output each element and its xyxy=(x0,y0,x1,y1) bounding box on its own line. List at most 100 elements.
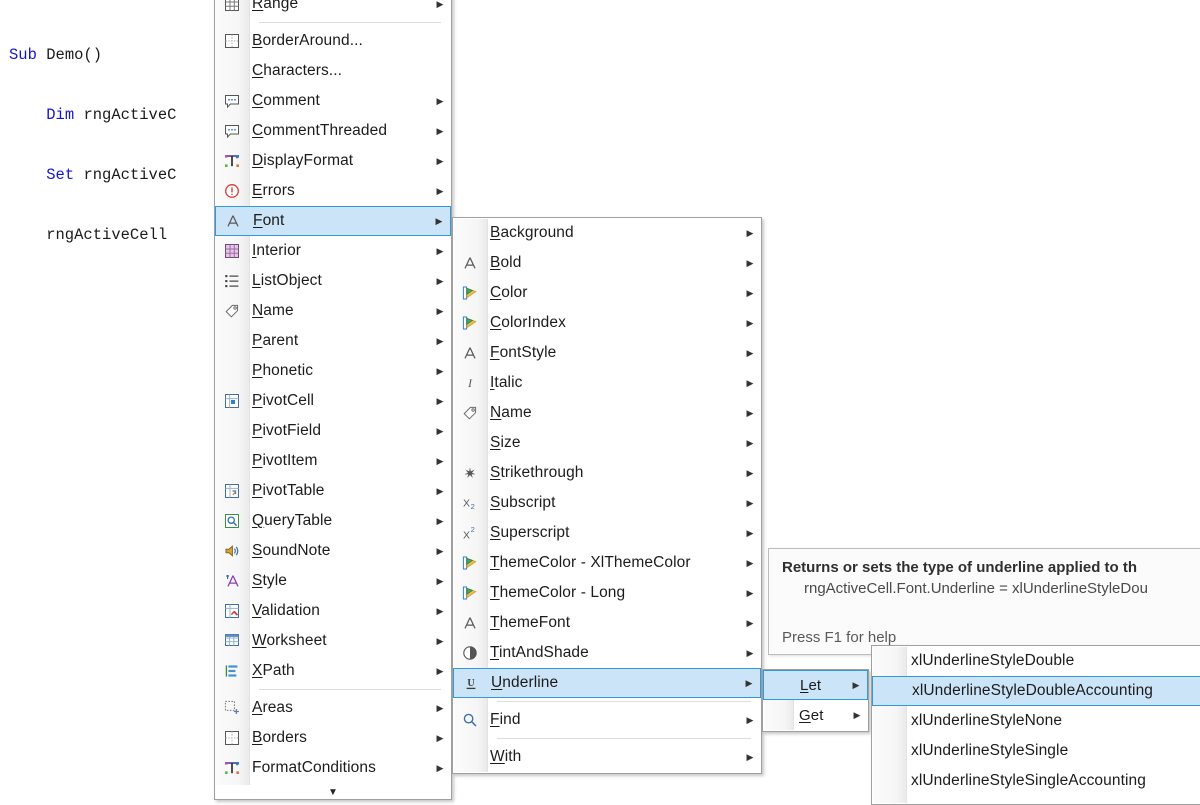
text-format-icon xyxy=(215,760,249,776)
menu-range-members[interactable]: Range ▶ BorderAround... Characters... Commen… xyxy=(214,0,452,800)
menu-item-soundnote[interactable]: SoundNote ▶ xyxy=(215,536,451,566)
search-icon xyxy=(453,712,487,728)
menu-item-displayformat[interactable]: DisplayFormat ▶ xyxy=(215,146,451,176)
menu-item-label: Strikethrough xyxy=(490,464,584,481)
submenu-arrow-icon: ▶ xyxy=(746,227,754,238)
submenu-arrow-icon: ▶ xyxy=(746,407,754,418)
tooltip-underline-help: Returns or sets the type of underline ap… xyxy=(768,548,1200,655)
submenu-arrow-icon: ▶ xyxy=(852,679,860,690)
menu-item-label: PivotTable xyxy=(252,482,325,499)
menu-item-listobject[interactable]: ListObject ▶ xyxy=(215,266,451,296)
menu-item-themefont[interactable]: ThemeFont ▶ xyxy=(453,608,761,638)
submenu-arrow-icon: ▶ xyxy=(436,155,444,166)
superscript-icon: X2 xyxy=(453,525,487,541)
submenu-arrow-icon: ▶ xyxy=(436,365,444,376)
menu-item-color[interactable]: Color ▶ xyxy=(453,278,761,308)
comment-icon xyxy=(215,93,249,109)
menu-item-themecolor-long[interactable]: ThemeColor - Long ▶ xyxy=(453,578,761,608)
menu-item-fontstyle[interactable]: FontStyle ▶ xyxy=(453,338,761,368)
menu-item-label: Background xyxy=(490,224,574,241)
strikethrough-icon xyxy=(453,465,487,481)
submenu-arrow-icon: ▶ xyxy=(436,455,444,466)
menu-item-xlunderlinestylesingle[interactable]: xlUnderlineStyleSingle xyxy=(872,736,1200,766)
menu-item-phonetic[interactable]: Phonetic ▶ xyxy=(215,356,451,386)
areas-icon xyxy=(215,700,249,716)
border-around-icon xyxy=(215,33,249,49)
menu-item-borders[interactable]: Borders ▶ xyxy=(215,723,451,753)
menu-font-members[interactable]: Background ▶ Bold ▶ Color ▶ ColorIndex ▶ FontSty… xyxy=(452,217,762,774)
menu-item-find[interactable]: Find ▶ xyxy=(453,705,761,735)
menu-item-xlunderlinestyledouble[interactable]: xlUnderlineStyleDouble xyxy=(872,646,1200,676)
font-a-icon xyxy=(453,345,487,361)
menu-item-interior[interactable]: Interior ▶ xyxy=(215,236,451,266)
font-a-icon xyxy=(453,255,487,271)
menu-item-xlunderlinestylesingleaccounting[interactable]: xlUnderlineStyleSingleAccounting xyxy=(872,766,1200,796)
borders-icon xyxy=(215,730,249,746)
menu-item-comment[interactable]: Comment ▶ xyxy=(215,86,451,116)
menu-item-worksheet[interactable]: Worksheet ▶ xyxy=(215,626,451,656)
menu-item-name[interactable]: Name ▶ xyxy=(453,398,761,428)
menu-item-superscript[interactable]: X 2 Superscript ▶ xyxy=(453,518,761,548)
submenu-arrow-icon: ▶ xyxy=(436,125,444,136)
menu-item-let[interactable]: Let ▶ xyxy=(763,670,868,700)
menu-item-pivotitem[interactable]: PivotItem ▶ xyxy=(215,446,451,476)
menu-item-label: BorderAround... xyxy=(252,32,363,49)
menu-item-label: XPath xyxy=(252,662,295,679)
submenu-arrow-icon: ▶ xyxy=(746,437,754,448)
menu-item-borderaround[interactable]: BorderAround... xyxy=(215,26,451,56)
menu-item-with[interactable]: With ▶ xyxy=(453,742,761,772)
subscript-icon: X2 xyxy=(453,495,487,512)
submenu-arrow-icon: ▶ xyxy=(436,95,444,106)
menu-item-tintandshade[interactable]: TintAndShade ▶ xyxy=(453,638,761,668)
menu-item-xpath[interactable]: XPath ▶ xyxy=(215,656,451,686)
menu-item-querytable[interactable]: QueryTable ▶ xyxy=(215,506,451,536)
menu-item-validation[interactable]: Validation ▶ xyxy=(215,596,451,626)
menu-item-areas[interactable]: Areas ▶ xyxy=(215,693,451,723)
menu-item-pivottable[interactable]: PivotTable ▶ xyxy=(215,476,451,506)
menu-item-label: ThemeColor - Long xyxy=(490,584,626,601)
menu-item-bold[interactable]: Bold ▶ xyxy=(453,248,761,278)
menu-property-accessor[interactable]: Let ▶ Get ▶ xyxy=(762,669,869,732)
menu-item-name[interactable]: Name ▶ xyxy=(215,296,451,326)
menu-item-colorindex[interactable]: ColorIndex ▶ xyxy=(453,308,761,338)
menu-item-xlunderlinestyledoubleaccounting[interactable]: xlUnderlineStyleDoubleAccounting xyxy=(872,676,1200,706)
underline-icon: U xyxy=(454,675,488,691)
submenu-arrow-icon: ▶ xyxy=(436,275,444,286)
menu-item-size[interactable]: Size ▶ xyxy=(453,428,761,458)
menu-item-xlunderlinestylenone[interactable]: xlUnderlineStyleNone xyxy=(872,706,1200,736)
menu-item-themecolor-xlthemecolor[interactable]: ThemeColor - XlThemeColor ▶ xyxy=(453,548,761,578)
menu-item-label: Validation xyxy=(252,602,320,619)
menu-item-errors[interactable]: Errors ▶ xyxy=(215,176,451,206)
menu-item-label: Areas xyxy=(252,699,294,716)
menu-item-subscript[interactable]: X 2 Subscript ▶ xyxy=(453,488,761,518)
menu-item-label: CommentThreaded xyxy=(252,122,388,139)
menu-item-label: Name xyxy=(252,302,294,319)
menu-item-characters[interactable]: Characters... xyxy=(215,56,451,86)
menu-item-italic[interactable]: I Italic ▶ xyxy=(453,368,761,398)
scroll-down-arrow[interactable]: ▼ xyxy=(215,785,451,799)
menu-separator xyxy=(497,701,751,702)
font-a-icon xyxy=(216,213,250,229)
submenu-arrow-icon: ▶ xyxy=(746,497,754,508)
menu-item-underline[interactable]: U Underline ▶ xyxy=(453,668,761,698)
submenu-arrow-icon: ▶ xyxy=(436,425,444,436)
submenu-arrow-icon: ▶ xyxy=(436,485,444,496)
menu-item-background[interactable]: Background ▶ xyxy=(453,218,761,248)
menu-item-parent[interactable]: Parent ▶ xyxy=(215,326,451,356)
menu-item-label: Interior xyxy=(252,242,302,259)
menu-item-range[interactable]: Range ▶ xyxy=(215,0,451,19)
menu-item-get[interactable]: Get ▶ xyxy=(763,700,868,730)
font-a-icon xyxy=(453,615,487,631)
menu-underline-style-values[interactable]: xlUnderlineStyleDouble xlUnderlineStyleDo… xyxy=(871,645,1200,805)
svg-text:I: I xyxy=(467,376,473,390)
menu-item-commentthreaded[interactable]: CommentThreaded ▶ xyxy=(215,116,451,146)
menu-item-font[interactable]: Font ▶ xyxy=(215,206,451,236)
submenu-arrow-icon: ▶ xyxy=(746,617,754,628)
menu-item-pivotcell[interactable]: PivotCell ▶ xyxy=(215,386,451,416)
menu-item-style[interactable]: Style ▶ xyxy=(215,566,451,596)
menu-range-items: Range ▶ BorderAround... Characters... Commen… xyxy=(215,0,451,783)
menu-item-formatconditions[interactable]: FormatConditions ▶ xyxy=(215,753,451,783)
menu-item-strikethrough[interactable]: Strikethrough ▶ xyxy=(453,458,761,488)
menu-item-pivotfield[interactable]: PivotField ▶ xyxy=(215,416,451,446)
submenu-arrow-icon: ▶ xyxy=(746,557,754,568)
